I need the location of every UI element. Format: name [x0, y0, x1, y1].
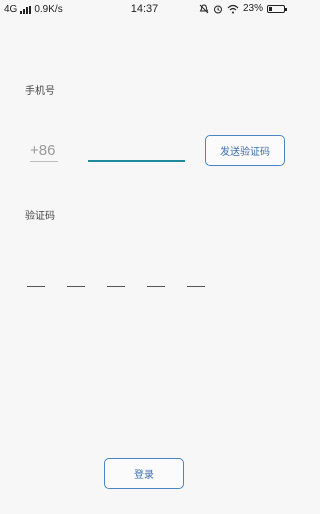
code-digit-slot[interactable]	[27, 286, 45, 287]
login-button[interactable]: 登录	[104, 458, 184, 489]
battery-percent: 23%	[242, 3, 263, 14]
wifi-icon	[227, 4, 239, 13]
battery-icon	[267, 4, 287, 13]
country-code[interactable]: +86	[30, 142, 58, 162]
code-digit-slot[interactable]	[147, 286, 165, 287]
code-digit-slot[interactable]	[187, 286, 205, 287]
battery-fill	[269, 6, 272, 11]
phone-label: 手机号	[25, 86, 55, 97]
status-right: 23%	[199, 3, 287, 14]
alarm-icon	[213, 5, 222, 13]
status-bar: 4G 0.9K/s 14:37 23%	[0, 0, 289, 20]
code-label: 验证码	[25, 211, 55, 222]
phone-input[interactable]	[88, 142, 185, 162]
mute-icon	[199, 3, 209, 13]
code-digit-slot[interactable]	[67, 286, 85, 287]
send-code-button[interactable]: 发送验证码	[205, 135, 285, 166]
code-digit-slot[interactable]	[107, 286, 125, 287]
